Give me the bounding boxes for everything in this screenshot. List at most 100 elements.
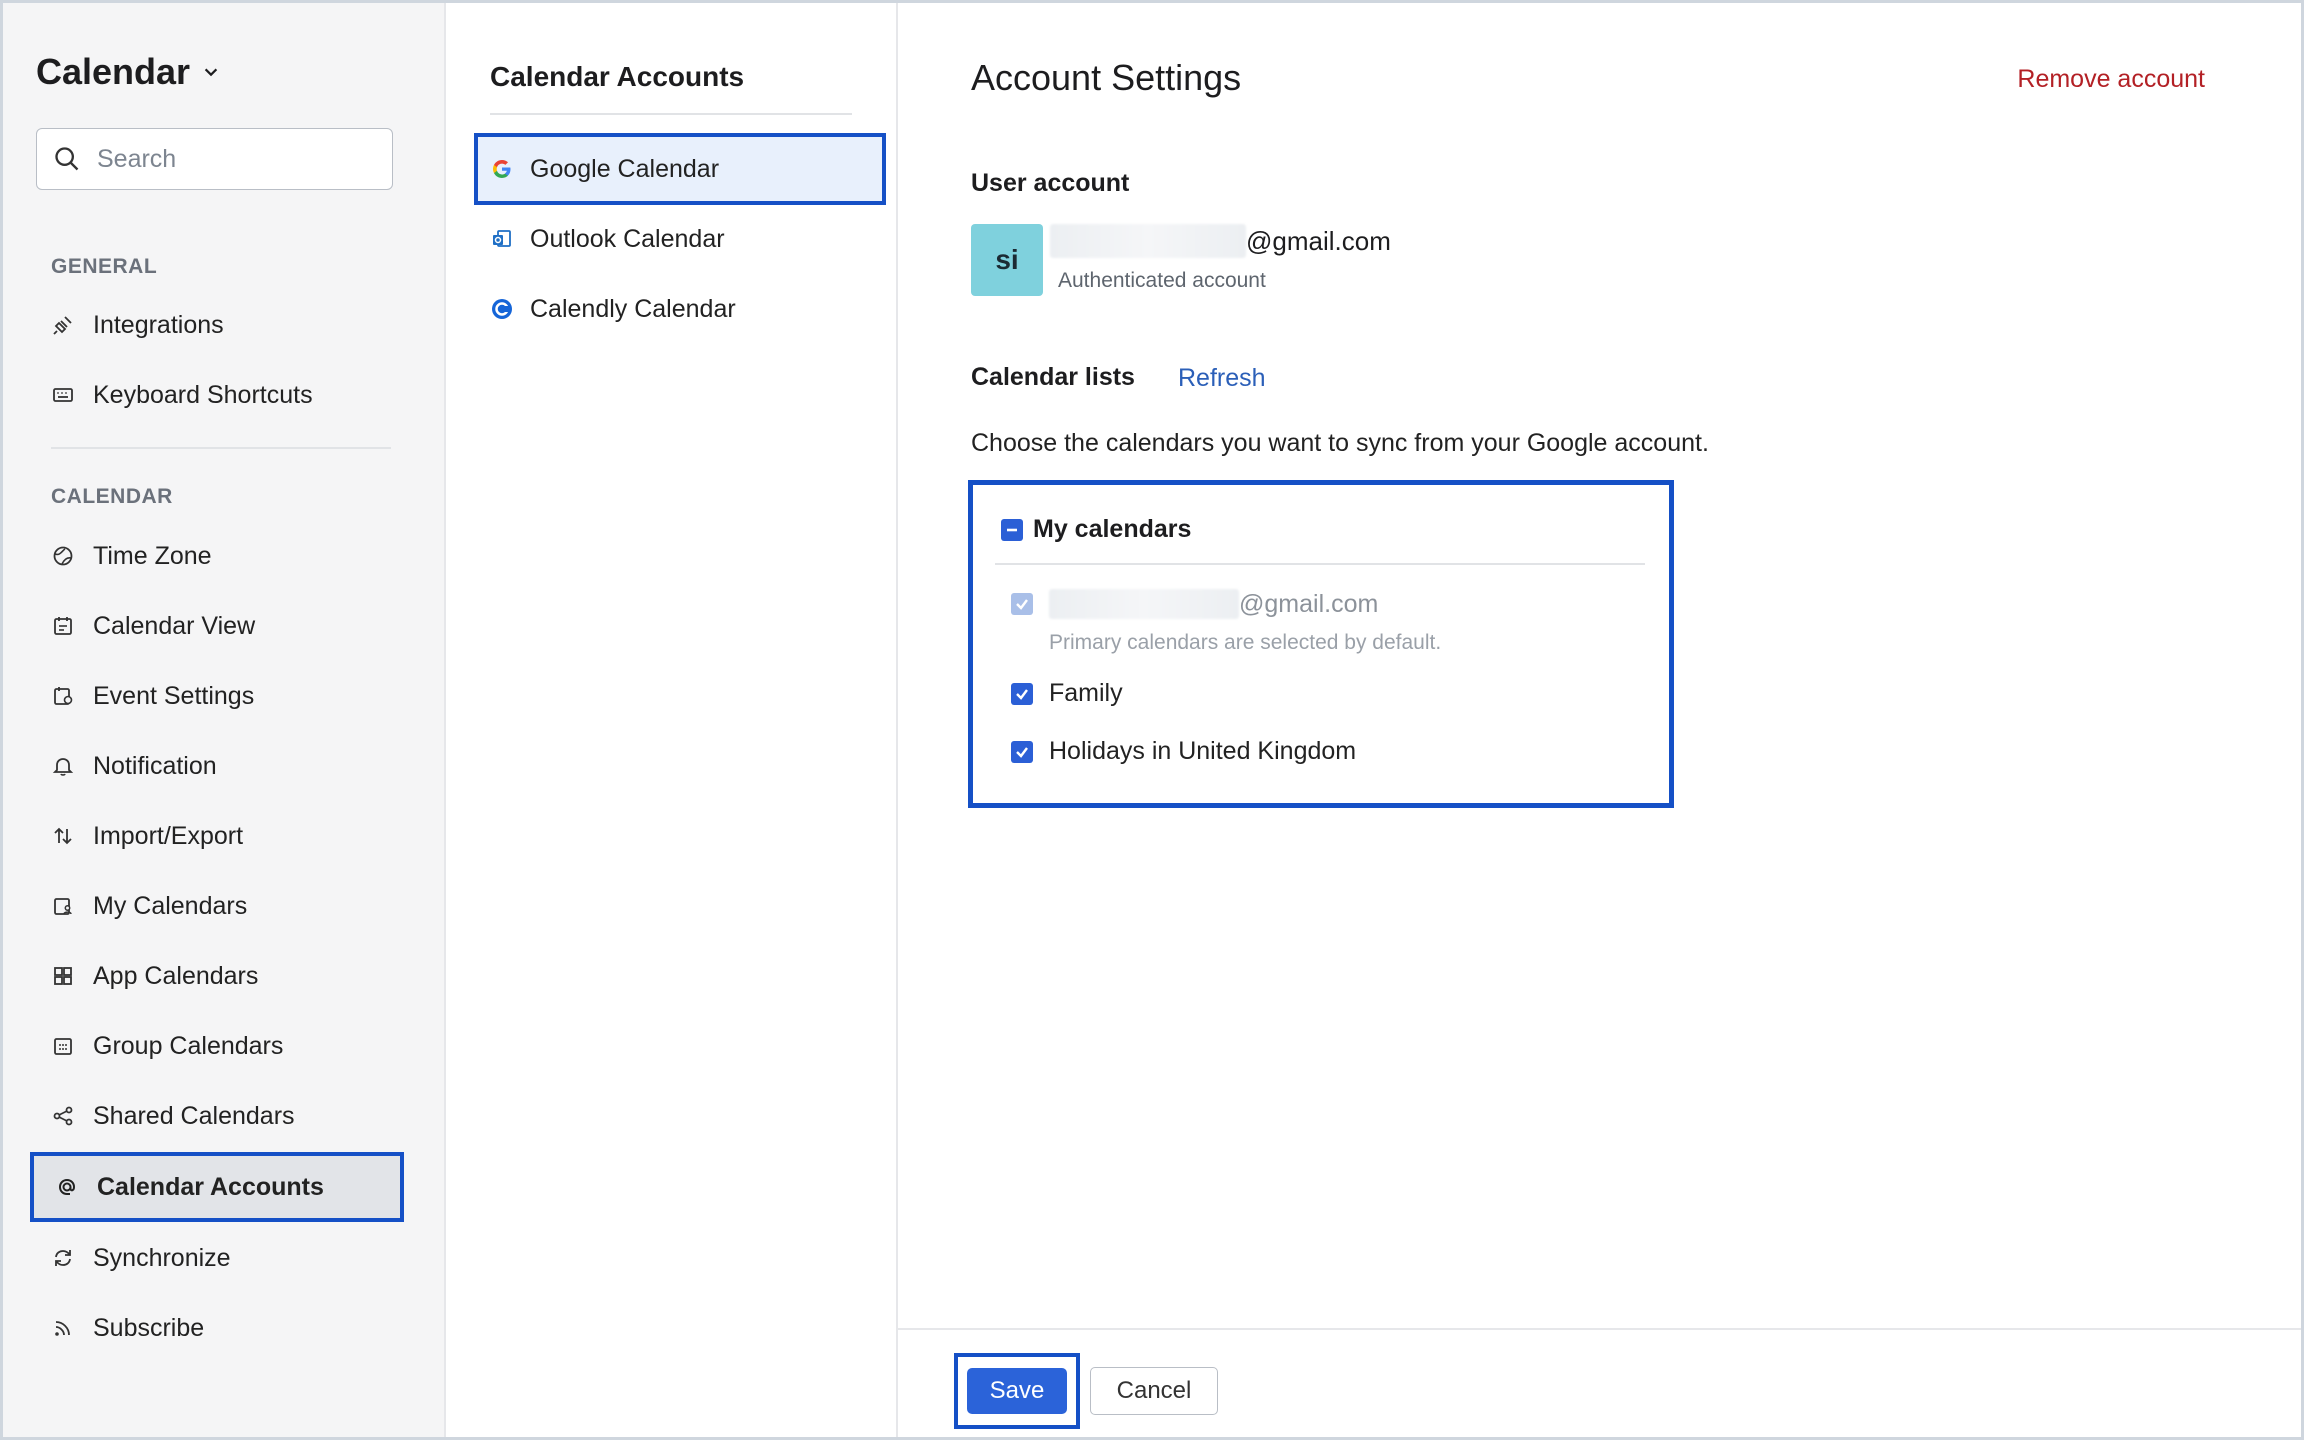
account-item-label: Google Calendar [530,154,720,183]
app-title: Calendar [36,51,191,92]
accounts-panel-title: Calendar Accounts [490,61,745,92]
search-icon [55,147,79,171]
holidays-uk-checkbox[interactable] [1011,740,1033,763]
sidebar-item-my-calendars[interactable]: My Calendars [51,884,391,928]
footer-divider [898,1328,2301,1330]
account-item-label: Calendly Calendar [530,294,736,323]
account-item-google[interactable]: Google Calendar [474,133,886,205]
redacted-email-prefix [1049,589,1239,619]
sidebar-item-synchronize[interactable]: Synchronize [51,1236,391,1280]
google-icon [493,160,511,178]
sidebar-item-import-export[interactable]: Import/Export [51,814,391,858]
sidebar-item-label: Subscribe [93,1313,205,1342]
plug-icon [53,316,72,335]
page-title: Account Settings [971,57,1242,98]
check-icon [1016,746,1028,758]
section-divider [51,447,391,449]
remove-account-link[interactable]: Remove account [2017,65,2205,94]
calendar-list-box: My calendars @gmail.com Primary calendar… [968,480,1674,808]
minus-icon [1007,528,1017,531]
calendar-row-primary: @gmail.com [1011,589,1378,619]
calendar-name: Holidays in United Kingdom [1049,737,1357,765]
sidebar-item-label: Calendar View [93,611,256,640]
calendar-row-family[interactable]: Family [1011,679,1123,708]
section-label-general: GENERAL [51,255,158,278]
outlook-icon [493,230,511,247]
search-box[interactable] [36,128,393,190]
sidebar-item-notification[interactable]: Notification [51,744,391,788]
globe-icon [53,546,73,566]
primary-calendar-email: @gmail.com [1049,589,1378,619]
primary-calendar-checkbox [1011,593,1033,615]
keyboard-icon [53,388,73,402]
sidebar-item-app-calendars[interactable]: App Calendars [51,954,391,998]
sidebar-item-label: Time Zone [93,541,212,570]
app-switcher[interactable]: Calendar [36,51,220,93]
family-checkbox[interactable] [1011,682,1033,705]
account-item-calendly[interactable]: Calendly Calendar [478,278,878,340]
sidebar-item-label: Import/Export [93,821,244,850]
sidebar-item-calendar-accounts[interactable]: Calendar Accounts [30,1152,404,1222]
sidebar-item-label: Synchronize [93,1243,231,1272]
account-email-domain: @gmail.com [1246,225,1391,256]
sidebar-item-label: My Calendars [93,891,248,920]
sync-instructions: Choose the calendars you want to sync fr… [971,429,1709,457]
group-label: My calendars [1033,515,1192,543]
sidebar-item-time-zone[interactable]: Time Zone [51,534,391,578]
calendar-name: Family [1049,679,1123,707]
calendly-icon [492,299,512,319]
save-button-highlight: Save [954,1353,1080,1429]
at-icon [58,1178,76,1195]
check-icon [1016,688,1028,700]
account-email: @gmail.com [1050,224,1391,258]
cancel-button[interactable]: Cancel [1090,1367,1218,1415]
import-export-icon [54,827,72,845]
sidebar-item-label: Integrations [93,310,224,339]
primary-calendar-note: Primary calendars are selected by defaul… [1049,631,1442,654]
app-window: Calendar GENERAL Integrations Keyboard S… [0,0,2304,1440]
sidebar-item-label: Calendar Accounts [97,1172,324,1201]
sidebar-item-label: App Calendars [93,961,259,990]
sidebar-item-subscribe[interactable]: Subscribe [51,1306,391,1350]
share-icon [53,1106,73,1126]
rss-icon [55,1321,70,1336]
calendar-lists-heading: Calendar lists [971,363,1135,391]
account-item-label: Outlook Calendar [530,224,725,253]
avatar-initials: si [995,244,1019,275]
sidebar-item-event-settings[interactable]: Event Settings [51,674,391,718]
sidebar-item-label: Group Calendars [93,1031,284,1060]
sidebar-item-calendar-view[interactable]: Calendar View [51,604,391,648]
sidebar-item-label: Keyboard Shortcuts [93,380,313,409]
my-calendars-group[interactable]: My calendars [1001,515,1191,544]
primary-email-domain: @gmail.com [1239,589,1379,618]
bell-icon [52,758,74,776]
auth-status: Authenticated account [1058,269,1266,292]
account-item-outlook[interactable]: Outlook Calendar [478,208,878,270]
save-button[interactable]: Save [967,1368,1067,1414]
avatar: si [971,224,1043,296]
account-settings-panel: Account Settings Remove account User acc… [898,3,2301,1437]
group-calendars-icon [54,1038,72,1055]
sidebar-item-label: Event Settings [93,681,255,710]
event-settings-icon [54,687,73,705]
sidebar-item-shared-calendars[interactable]: Shared Calendars [51,1094,391,1138]
accounts-panel-divider [490,113,852,115]
calendar-row-holidays-uk[interactable]: Holidays in United Kingdom [1011,737,1356,766]
refresh-link[interactable]: Refresh [1178,364,1266,393]
sidebar-item-integrations[interactable]: Integrations [51,303,391,347]
sync-icon [55,1250,71,1266]
sidebar-item-label: Shared Calendars [93,1101,295,1130]
redacted-email-prefix [1050,224,1246,258]
search-input[interactable] [95,143,379,175]
sidebar-item-group-calendars[interactable]: Group Calendars [51,1024,391,1068]
chevron-down-icon [204,68,218,77]
sidebar-item-label: Notification [93,751,217,780]
group-divider [995,563,1645,565]
settings-sidebar: Calendar GENERAL Integrations Keyboard S… [3,3,446,1437]
sidebar-item-keyboard-shortcuts[interactable]: Keyboard Shortcuts [51,373,391,417]
calendar-view-icon [54,617,72,635]
indeterminate-checkbox[interactable] [1001,518,1023,541]
app-calendars-icon [54,967,72,985]
accounts-panel: Calendar Accounts Google Calendar Outloo… [446,3,898,1437]
check-icon [1016,599,1028,610]
